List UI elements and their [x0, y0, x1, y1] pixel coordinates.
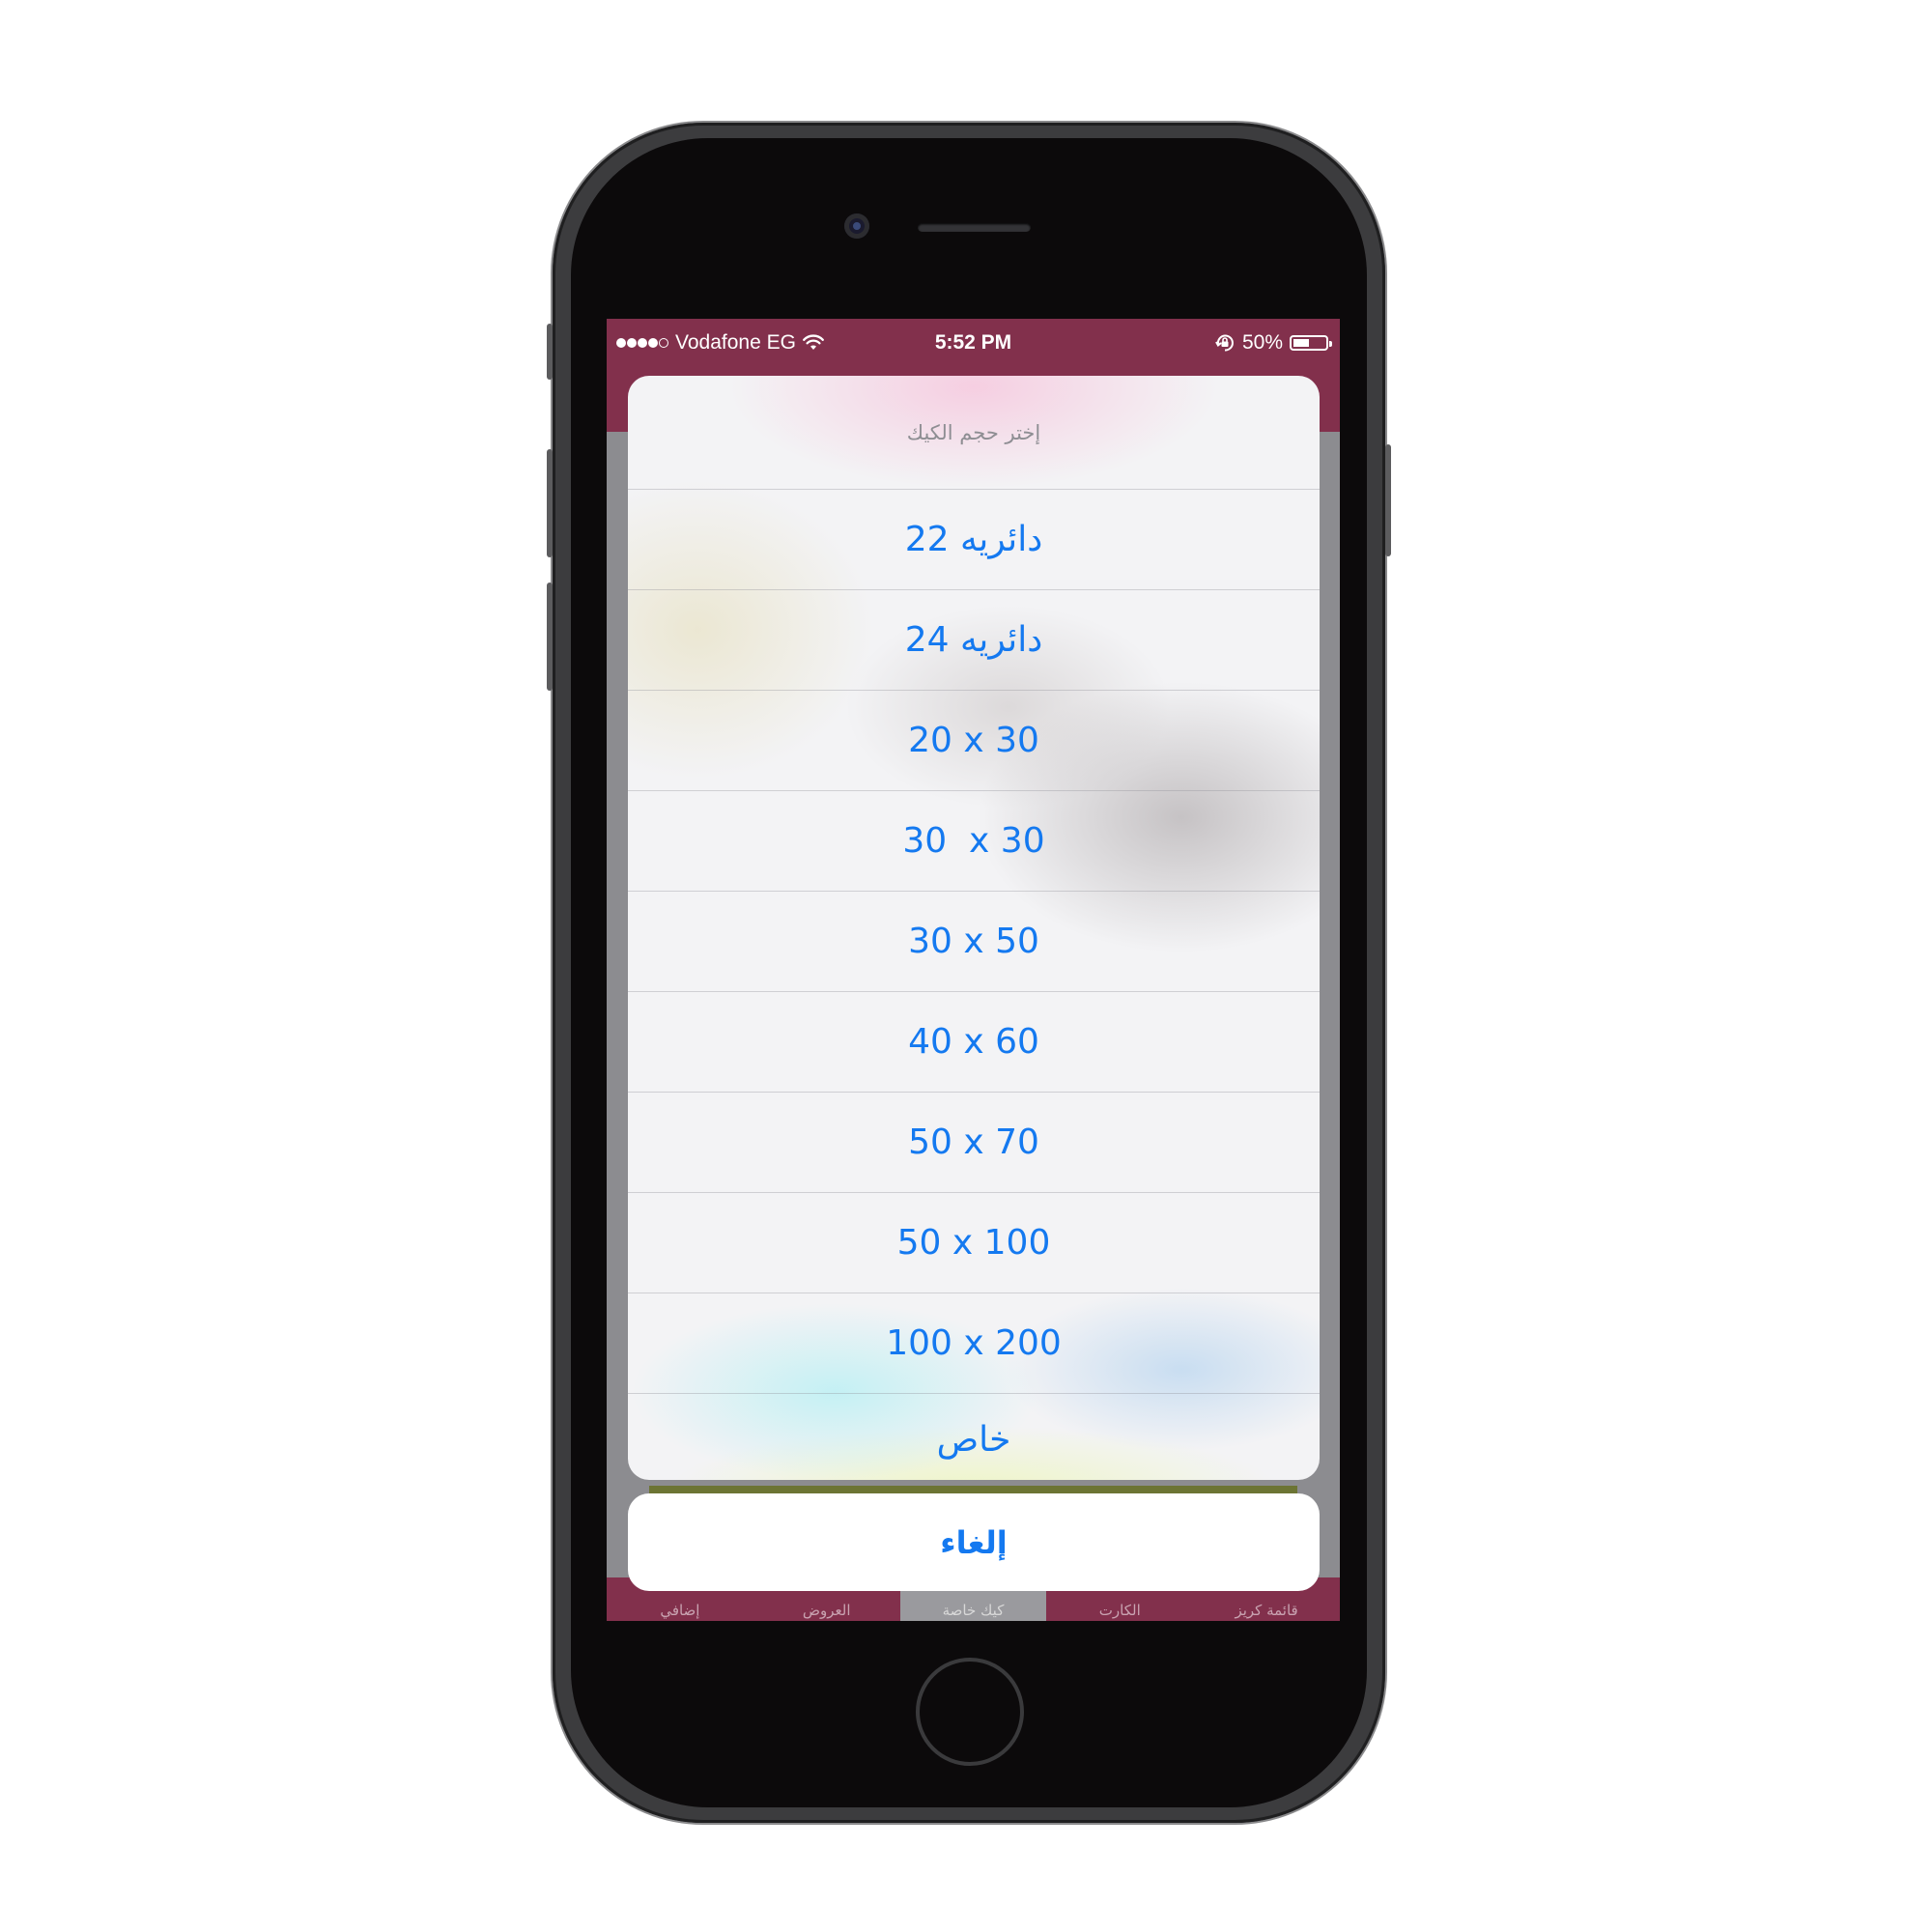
status-right: 50%: [1214, 319, 1332, 367]
home-button[interactable]: [916, 1658, 1024, 1766]
mute-switch: [547, 324, 553, 380]
front-camera: [844, 213, 869, 239]
cake-size-action-sheet: إختر حجم الكيك 22 دائريه 24 دائريه 20 x …: [628, 376, 1320, 1480]
orientation-lock-icon: [1214, 332, 1236, 354]
battery-icon: [1290, 335, 1332, 351]
volume-up-button: [547, 449, 553, 557]
size-option-50x70[interactable]: 50 x 70: [628, 1092, 1320, 1192]
battery-percent: 50%: [1241, 331, 1283, 354]
sheet-title: إختر حجم الكيك: [906, 420, 1041, 444]
size-option-50x100[interactable]: 50 x 100: [628, 1192, 1320, 1293]
size-option-30x50[interactable]: 30 x 50: [628, 891, 1320, 991]
size-option-22-round[interactable]: 22 دائريه: [628, 489, 1320, 589]
size-option-20x30[interactable]: 20 x 30: [628, 690, 1320, 790]
size-option-100x200[interactable]: 100 x 200: [628, 1293, 1320, 1393]
status-bar: Vodafone EG 5:52 PM 50%: [607, 319, 1340, 367]
volume-down-button: [547, 582, 553, 691]
size-option-custom[interactable]: خاص: [628, 1393, 1320, 1480]
cancel-button[interactable]: إلغاء: [628, 1493, 1320, 1591]
earpiece-speaker: [918, 223, 1031, 232]
power-button: [1385, 444, 1391, 556]
screen: Vodafone EG 5:52 PM 50% إضافي العروض كيك…: [607, 319, 1340, 1621]
size-option-40x60[interactable]: 40 x 60: [628, 991, 1320, 1092]
battery-fill: [1293, 339, 1309, 347]
size-option-24-round[interactable]: 24 دائريه: [628, 589, 1320, 690]
size-option-30x30[interactable]: 30 x 30: [628, 790, 1320, 891]
